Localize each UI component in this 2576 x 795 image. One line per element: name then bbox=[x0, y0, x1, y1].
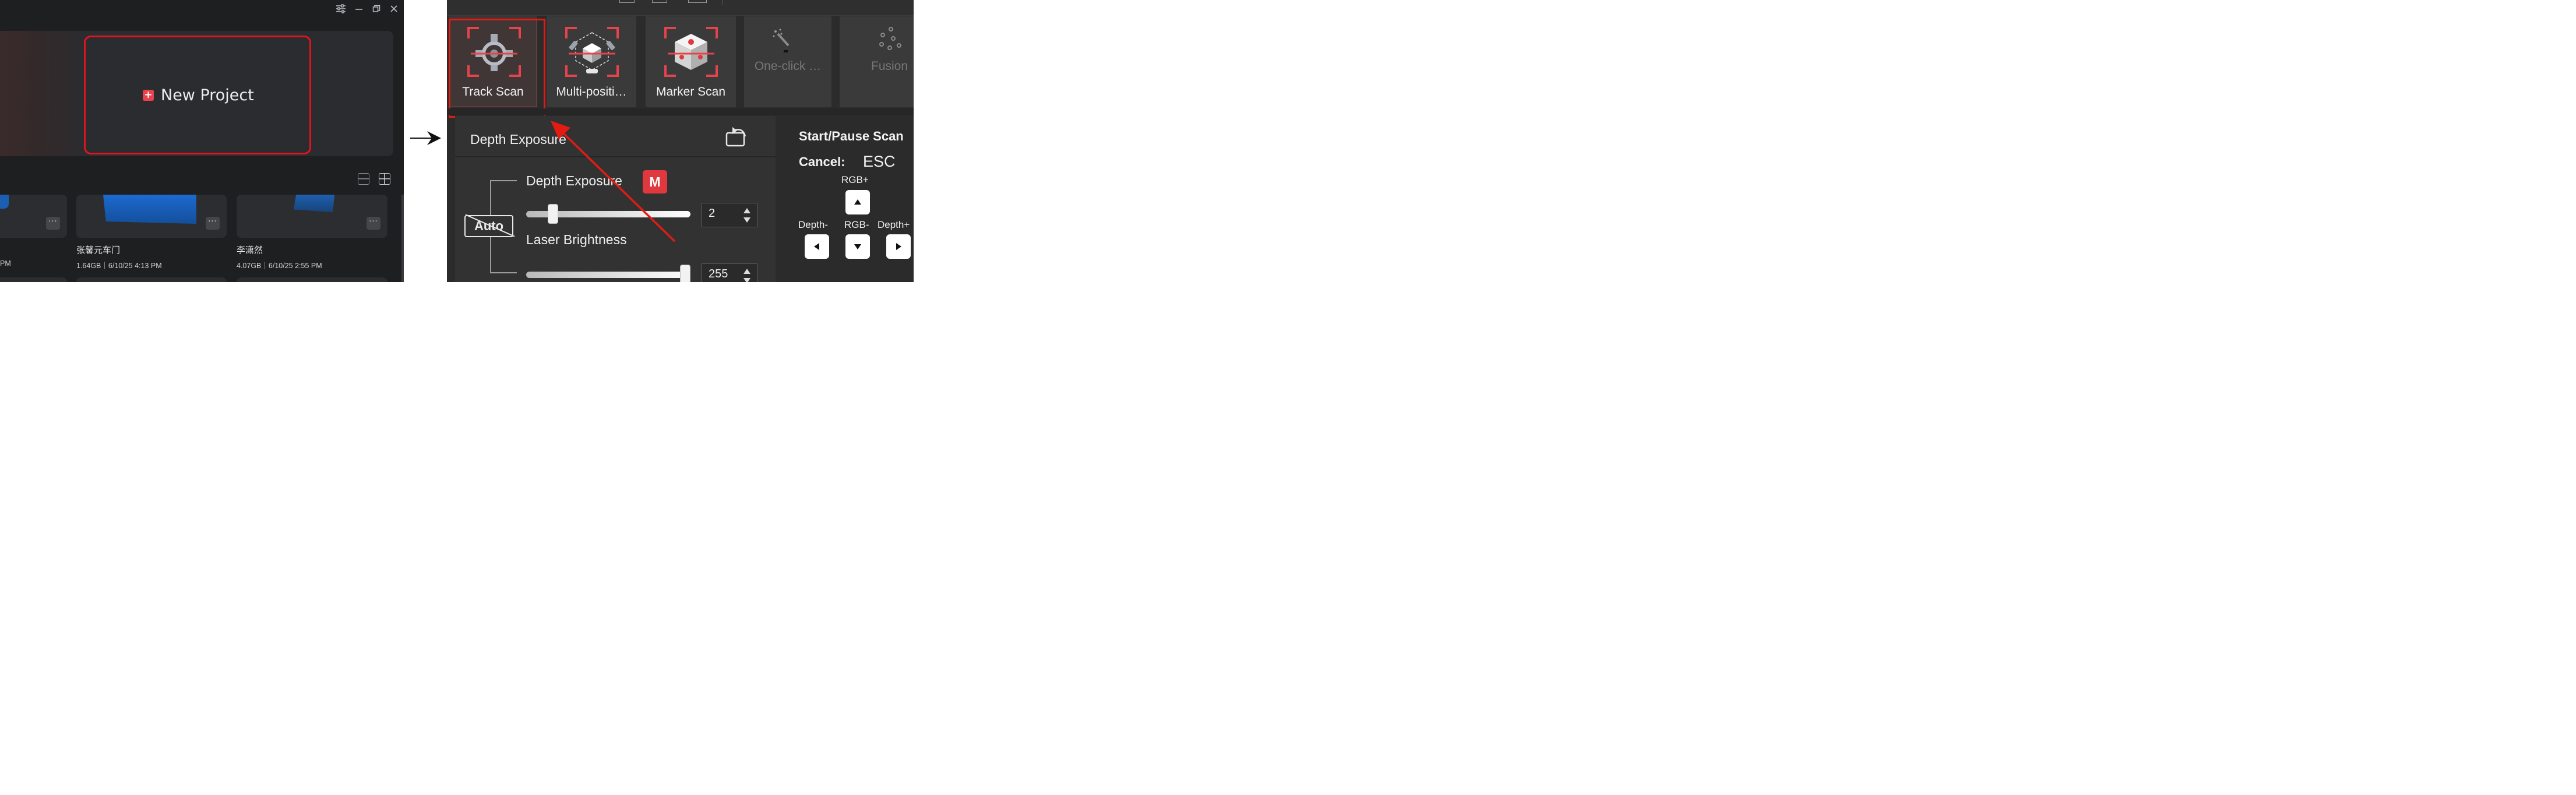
list-view-icon[interactable] bbox=[358, 173, 369, 185]
arrow-right-key bbox=[886, 234, 911, 259]
mode-marker-scan[interactable]: Marker Scan bbox=[646, 16, 736, 107]
minimize-icon[interactable] bbox=[353, 4, 365, 16]
reset-icon[interactable] bbox=[725, 125, 749, 148]
project-card[interactable]: ··· bbox=[76, 195, 227, 238]
marker-scan-icon bbox=[664, 27, 718, 77]
depth-plus-label: Depth+ bbox=[878, 219, 910, 230]
project-thumbnail bbox=[0, 195, 9, 209]
spin-up-icon[interactable] bbox=[743, 208, 750, 213]
project-name: 张馨元车门 bbox=[76, 245, 121, 255]
arrow-up-icon bbox=[854, 199, 861, 205]
laser-brightness-spinbox[interactable]: 255 bbox=[701, 263, 758, 282]
project-home-window: + New Project ··· ··· ··· PM 张馨元车门 1.64G… bbox=[0, 0, 404, 282]
mode-label: Marker Scan bbox=[656, 85, 726, 99]
annotation-arrow-icon bbox=[551, 121, 676, 242]
toolbar-icon[interactable] bbox=[688, 0, 707, 3]
section-divider bbox=[447, 108, 914, 115]
close-icon[interactable] bbox=[388, 4, 400, 16]
start-pause-hotkey-label: Start/Pause Scan bbox=[799, 129, 904, 143]
hotkey-panel: Start/Pause Scan Cancel: ESC RGB+ Depth-… bbox=[786, 116, 914, 282]
mode-one-click: One-click … bbox=[744, 16, 831, 107]
fusion-dots-icon bbox=[879, 27, 901, 50]
arrow-left-key bbox=[805, 234, 829, 259]
project-card[interactable] bbox=[237, 277, 387, 282]
mode-label: Multi-positi… bbox=[556, 85, 627, 99]
step-arrow-icon bbox=[410, 131, 441, 145]
more-options-button[interactable]: ··· bbox=[46, 217, 60, 230]
magic-wand-icon bbox=[773, 29, 790, 52]
auto-toggle[interactable]: Auto bbox=[464, 215, 513, 237]
project-name: 李潇然 bbox=[237, 245, 263, 255]
depth-minus-label: Depth- bbox=[798, 219, 829, 230]
project-card[interactable] bbox=[76, 277, 227, 282]
settings-icon[interactable] bbox=[335, 4, 347, 16]
toolbar-icon[interactable] bbox=[652, 0, 667, 3]
mode-fusion: Fusion bbox=[840, 16, 914, 107]
spinbox-value: 255 bbox=[709, 268, 728, 280]
restore-icon[interactable] bbox=[371, 4, 382, 16]
project-card[interactable]: ··· bbox=[0, 195, 67, 238]
cancel-hotkey-key: ESC bbox=[863, 153, 896, 170]
project-thumbnail bbox=[294, 195, 334, 212]
project-meta: 4.07GB｜6/10/25 2:55 PM bbox=[237, 262, 322, 270]
project-thumbnail bbox=[103, 195, 196, 224]
arrow-down-key bbox=[845, 234, 870, 259]
laser-brightness-slider-thumb[interactable] bbox=[680, 265, 690, 282]
depth-exposure-spinbox[interactable]: 2 bbox=[701, 203, 758, 227]
multi-position-icon bbox=[565, 27, 619, 77]
arrow-right-icon bbox=[896, 243, 901, 250]
spin-down-icon[interactable] bbox=[743, 278, 750, 282]
spin-down-icon[interactable] bbox=[743, 217, 750, 223]
spin-up-icon[interactable] bbox=[743, 269, 750, 274]
mode-multi-position[interactable]: Multi-positi… bbox=[547, 16, 636, 107]
rgb-plus-label: RGB+ bbox=[841, 174, 869, 185]
mode-label: Fusion bbox=[871, 59, 908, 73]
arrow-up-key bbox=[845, 190, 870, 214]
new-project-label: New Project bbox=[161, 86, 254, 104]
project-meta: PM bbox=[0, 259, 11, 268]
plus-icon: + bbox=[143, 89, 154, 101]
scan-window: Track Scan Multi-positi… Marker Scan One… bbox=[447, 0, 914, 282]
project-card[interactable] bbox=[0, 277, 67, 282]
rgb-minus-label: RGB- bbox=[844, 219, 869, 230]
project-card[interactable]: ··· bbox=[237, 195, 387, 238]
scrollbar[interactable] bbox=[401, 195, 404, 282]
track-scan-highlight bbox=[449, 19, 545, 118]
cancel-hotkey-label: Cancel: bbox=[799, 154, 845, 169]
toolbar-icon[interactable] bbox=[619, 0, 635, 3]
toolbar-divider bbox=[722, 0, 723, 5]
more-options-button[interactable]: ··· bbox=[206, 217, 220, 230]
project-meta: 1.64GB｜6/10/25 4:13 PM bbox=[76, 262, 162, 270]
laser-brightness-slider[interactable] bbox=[526, 272, 690, 278]
banner-image bbox=[0, 31, 87, 156]
arrow-left-icon bbox=[814, 243, 819, 250]
top-toolbar bbox=[447, 0, 914, 16]
spinbox-value: 2 bbox=[709, 207, 716, 220]
more-options-button[interactable]: ··· bbox=[367, 217, 380, 230]
mode-label: One-click … bbox=[754, 59, 822, 73]
new-project-button[interactable]: + New Project bbox=[143, 85, 254, 105]
grid-view-icon[interactable] bbox=[379, 173, 390, 185]
arrow-down-icon bbox=[854, 244, 861, 249]
